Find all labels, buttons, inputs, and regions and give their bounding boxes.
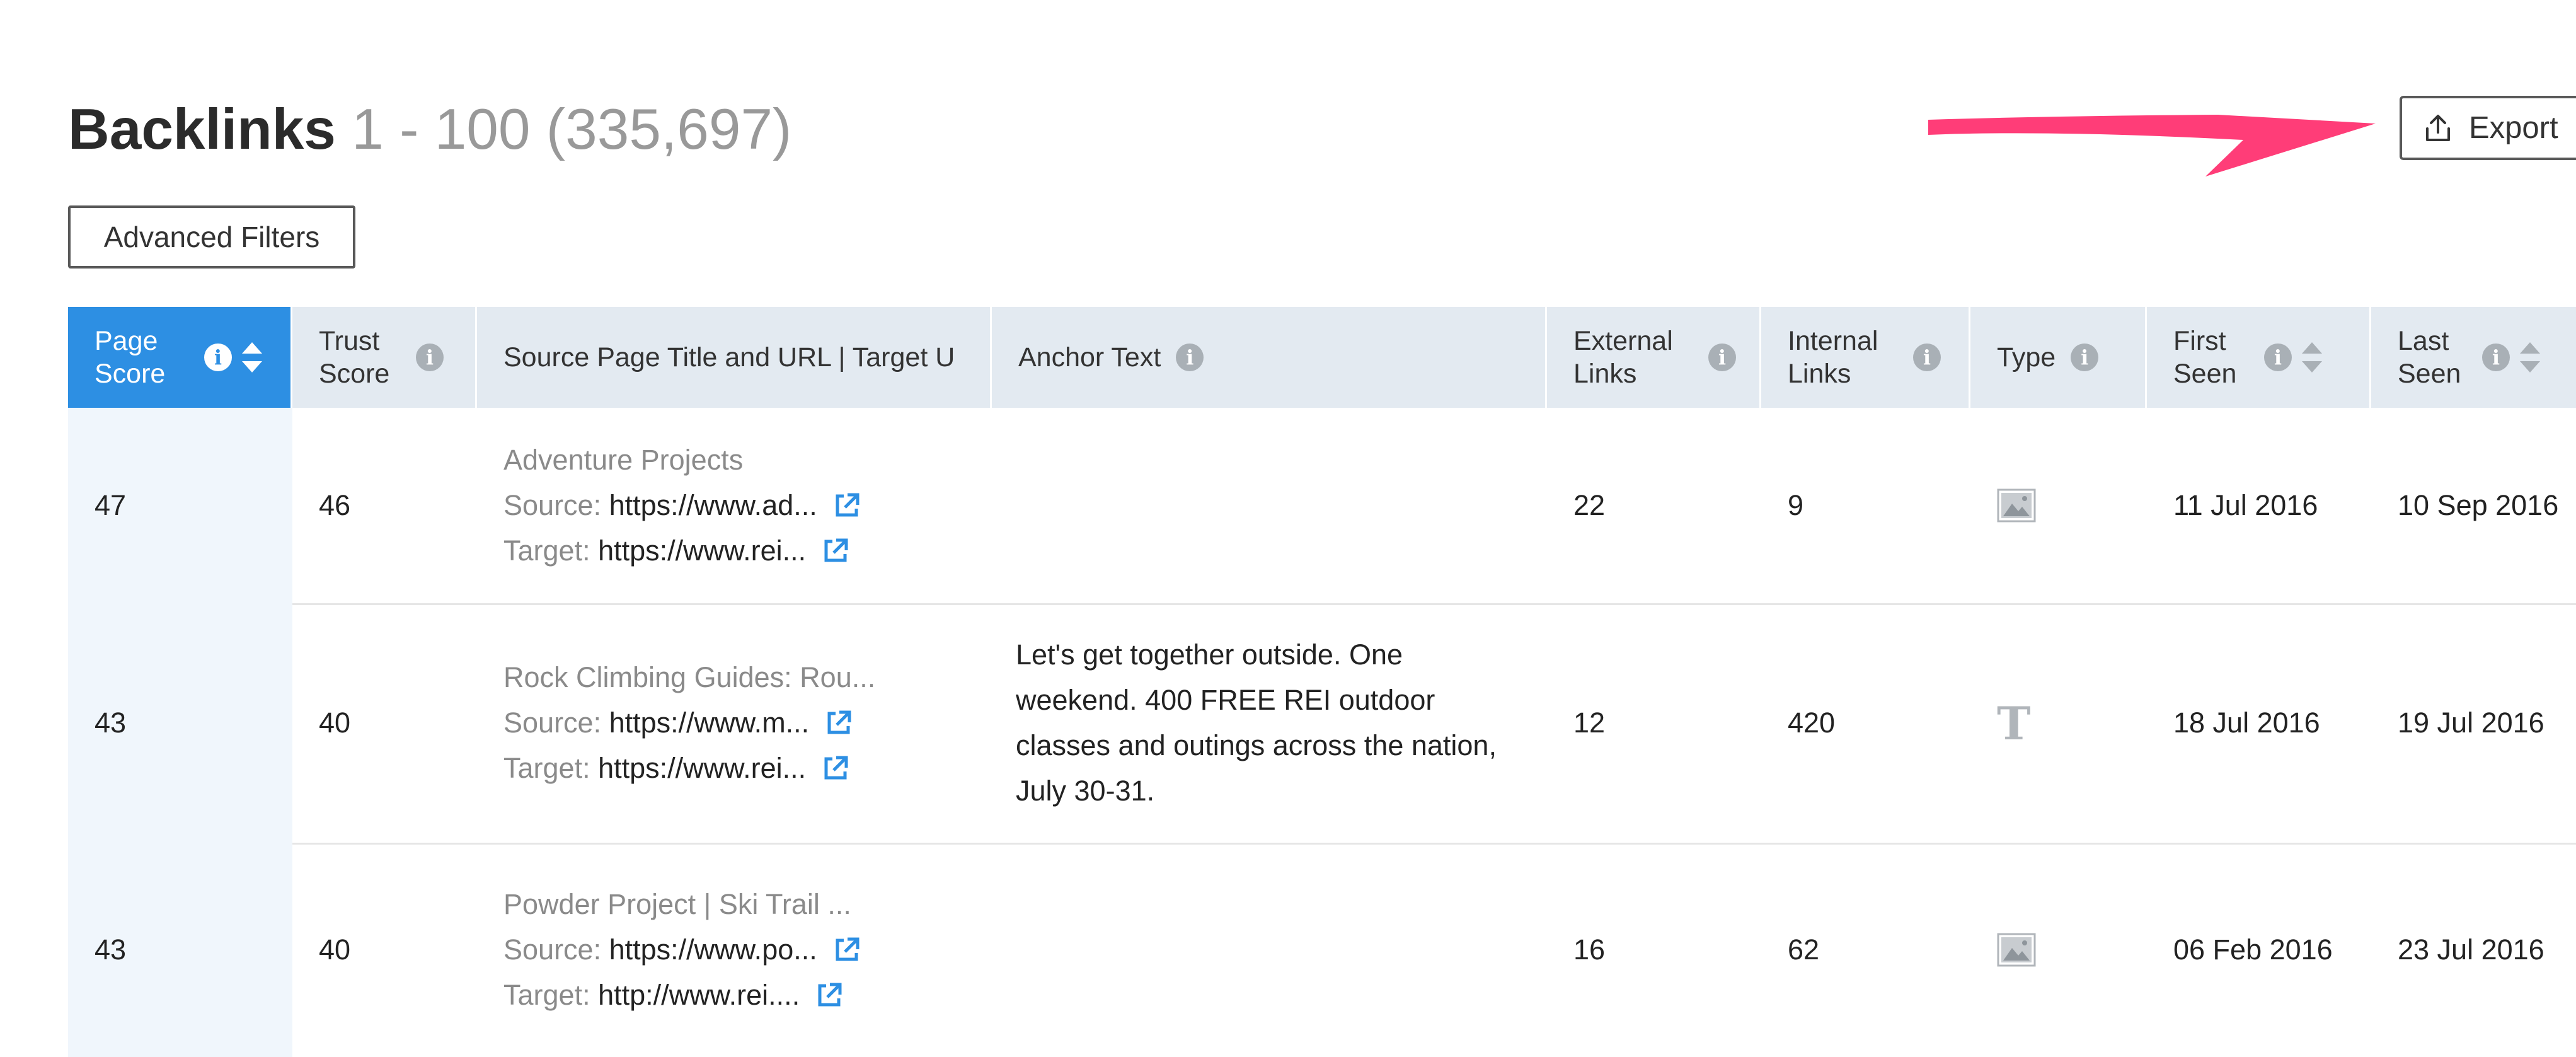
column-label: Trust Score [319,326,390,389]
target-url[interactable]: http://www.rei.... [598,973,800,1018]
source-line: Source: https://www.m... [503,700,852,746]
target-url[interactable]: https://www.rei... [598,528,806,574]
column-label: Page Score [95,326,166,389]
table-row: 43 40 Rock Climbing Guides: Rou... Sourc… [68,603,2576,845]
target-key: Target: [503,979,590,1011]
annotation-arrow-icon [1928,115,2376,176]
info-icon[interactable]: i [1176,344,1204,371]
column-header-first-seen[interactable]: First Seen i [2147,307,2371,408]
source-line: Source: https://www.po... [503,927,860,973]
text-type-icon: T [1997,696,2031,750]
page-score-cell: 43 [95,933,127,966]
target-url[interactable]: https://www.rei... [598,746,806,791]
column-label: Source Page Title and URL | Target U [503,342,955,373]
target-line: Target: https://www.rei... [503,528,849,574]
column-header-external-links[interactable]: External Links i [1547,307,1761,408]
result-range: 1 - 100 (335,697) [352,98,792,161]
table-row: 47 46 Adventure Projects Source: https:/… [68,408,2576,605]
column-label: Type [1997,342,2056,373]
source-key: Source: [503,707,602,739]
column-header-last-seen[interactable]: Last Seen i [2371,307,2576,408]
advanced-filters-label: Advanced Filters [103,221,320,253]
target-key: Target: [503,752,590,784]
export-icon [2426,115,2450,141]
internal-links-cell: 9 [1788,489,1804,521]
source-key: Source: [503,489,602,521]
first-seen-cell: 18 Jul 2016 [2173,707,2320,739]
last-seen-cell: 10 Sep 2016 [2398,489,2559,521]
type-cell [1970,408,2147,603]
column-header-page-score[interactable]: Page Score i [68,307,292,408]
source-url[interactable]: https://www.po... [609,927,817,973]
export-button[interactable]: Export [2400,96,2576,160]
column-header-anchor-text[interactable]: Anchor Text i [992,307,1547,408]
internal-links-cell: 62 [1788,933,1820,966]
source-page-title[interactable]: Powder Project | Ski Trail ... [503,882,851,927]
source-line: Source: https://www.ad... [503,483,860,528]
info-icon[interactable]: i [1708,344,1736,371]
source-page-title[interactable]: Adventure Projects [503,437,743,483]
last-seen-cell: 23 Jul 2016 [2398,933,2544,966]
advanced-filters-button[interactable]: Advanced Filters [68,205,355,269]
external-links-cell: 12 [1573,707,1606,739]
trust-score-cell: 40 [319,707,351,739]
sort-icon[interactable] [2301,340,2323,375]
first-seen-cell: 11 Jul 2016 [2173,489,2318,521]
external-link-icon[interactable] [834,492,860,519]
sort-icon[interactable] [2519,340,2541,375]
column-header-trust-score[interactable]: Trust Score i [292,307,477,408]
image-icon [1997,933,2036,967]
page-score-cell: 47 [95,489,127,521]
page-title-text: Backlinks [68,98,336,161]
external-link-icon[interactable] [834,937,860,963]
column-label: First Seen [2173,326,2237,389]
external-links-cell: 16 [1573,933,1606,966]
export-label: Export [2469,111,2558,145]
source-target-cell: Powder Project | Ski Trail ... Source: h… [477,843,992,1057]
info-icon[interactable]: i [2264,344,2292,371]
page-title: Backlinks 1 - 100 (335,697) [68,93,791,166]
external-link-icon[interactable] [822,755,849,782]
internal-links-cell: 420 [1788,707,1836,739]
last-seen-cell: 19 Jul 2016 [2398,707,2544,739]
image-icon [1997,488,2036,523]
external-link-icon[interactable] [825,710,852,736]
column-header-type[interactable]: Type i [1970,307,2147,408]
column-header-internal-links[interactable]: Internal Links i [1761,307,1970,408]
info-icon[interactable]: i [416,344,444,371]
trust-score-cell: 40 [319,933,351,966]
target-line: Target: http://www.rei.... [503,973,842,1018]
table-row: 43 40 Powder Project | Ski Trail ... Sou… [68,843,2576,1057]
info-icon[interactable]: i [204,344,232,371]
type-cell [1970,843,2147,1057]
page-score-cell: 43 [95,707,127,739]
anchor-text-cell [992,843,1547,1057]
trust-score-cell: 46 [319,489,351,521]
external-link-icon[interactable] [822,538,849,564]
anchor-text-cell [992,408,1547,603]
source-page-title[interactable]: Rock Climbing Guides: Rou... [503,655,875,700]
column-label: Last Seen [2398,326,2461,389]
source-key: Source: [503,933,602,966]
source-target-cell: Rock Climbing Guides: Rou... Source: htt… [477,603,992,843]
info-icon[interactable]: i [1913,344,1941,371]
target-line: Target: https://www.rei... [503,746,849,791]
column-header-source-target[interactable]: Source Page Title and URL | Target U [477,307,992,408]
column-label: External Links [1573,326,1673,389]
info-icon[interactable]: i [2071,344,2099,371]
source-target-cell: Adventure Projects Source: https://www.a… [477,408,992,603]
source-url[interactable]: https://www.m... [609,700,810,746]
column-label: Anchor Text [1018,342,1161,373]
anchor-text-cell: Let's get together outside. One weekend.… [1016,638,1497,807]
source-url[interactable]: https://www.ad... [609,483,817,528]
first-seen-cell: 06 Feb 2016 [2173,933,2333,966]
external-links-cell: 22 [1573,489,1606,521]
table-header: Page Score i Trust Score i Source Page T… [68,307,2576,408]
column-label: Internal Links [1788,326,1878,389]
info-icon[interactable]: i [2482,344,2510,371]
type-cell: T [1970,603,2147,843]
target-key: Target: [503,534,590,567]
sort-icon[interactable] [241,340,263,375]
external-link-icon[interactable] [816,982,842,1008]
